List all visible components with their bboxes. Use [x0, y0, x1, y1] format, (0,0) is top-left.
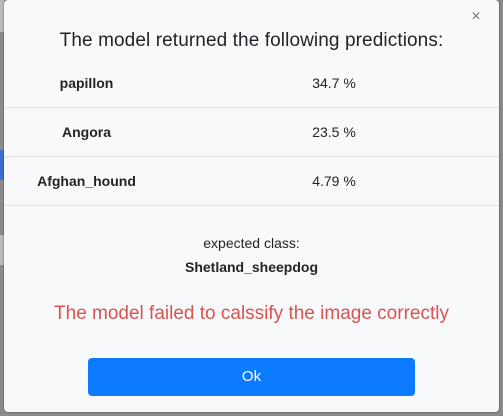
failure-message: The model failed to calssify the image c… [54, 303, 449, 324]
prediction-label: Afghan_hound [37, 173, 136, 189]
prediction-row: papillon 34.7 % [4, 58, 499, 108]
prediction-label: Angora [62, 124, 111, 140]
prediction-label: papillon [59, 75, 114, 91]
close-icon[interactable]: × [467, 8, 485, 26]
prediction-row: Angora 23.5 % [4, 107, 499, 157]
expected-class-value: Shetland_sheepdog [184, 259, 319, 275]
prediction-value: 4.79 % [312, 173, 356, 189]
prediction-dialog: × The model returned the following predi… [4, 0, 499, 412]
prediction-value: 34.7 % [312, 75, 356, 91]
dialog-title: The model returned the following predict… [59, 30, 444, 51]
prediction-row: Afghan_hound 4.79 % [4, 156, 499, 206]
ok-button[interactable]: Ok [88, 358, 415, 396]
prediction-value: 23.5 % [312, 124, 356, 140]
expected-class-label: expected class: [203, 235, 300, 251]
